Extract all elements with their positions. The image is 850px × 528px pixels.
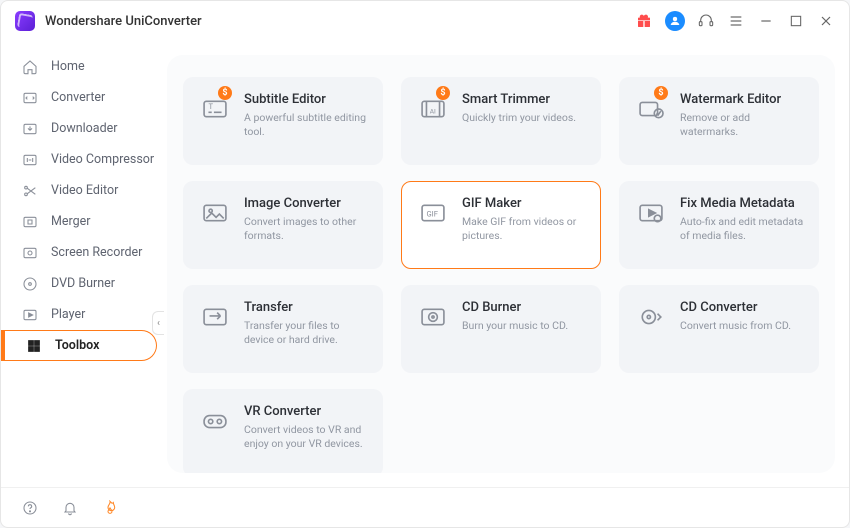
tool-desc: Convert videos to VR and enjoy on your V…	[244, 423, 368, 451]
record-icon	[21, 244, 39, 262]
tool-title: Fix Media Metadata	[680, 196, 804, 211]
transfer-icon	[198, 300, 232, 334]
support-headset-icon[interactable]	[697, 12, 715, 30]
premium-badge-icon: $	[654, 86, 668, 100]
vr-icon	[198, 404, 232, 438]
tool-desc: Make GIF from videos or pictures.	[462, 215, 586, 243]
close-icon[interactable]	[817, 12, 835, 30]
tool-title: Transfer	[244, 300, 368, 315]
help-icon[interactable]	[21, 499, 39, 517]
title-left: Wondershare UniConverter	[15, 11, 202, 31]
fixmeta-icon	[634, 196, 668, 230]
premium-badge-icon: $	[218, 86, 232, 100]
sidebar-item-label: Downloader	[51, 121, 118, 136]
tool-desc: Quickly trim your videos.	[462, 111, 576, 125]
download-icon	[21, 120, 39, 138]
maximize-icon[interactable]	[787, 12, 805, 30]
tool-desc: Transfer your files to device or hard dr…	[244, 319, 368, 347]
toolbox-panel: $ T Subtitle Editor A powerful subtitle edi…	[167, 55, 835, 473]
sidebar-item-label: DVD Burner	[51, 276, 115, 291]
gift-icon[interactable]	[635, 12, 653, 30]
gif-icon: GIF	[416, 196, 450, 230]
sidebar-nav: Home Converter Downloader Video Compressor V…	[1, 51, 163, 361]
sidebar-item-screen-recorder[interactable]: Screen Recorder	[1, 237, 157, 268]
tool-card-subtitle[interactable]: $ T Subtitle Editor A powerful subtitle edi…	[183, 77, 383, 165]
sidebar-item-home[interactable]: Home	[1, 51, 157, 82]
converter-icon	[21, 89, 39, 107]
titlebar: Wondershare UniConverter	[1, 1, 849, 41]
sidebar-item-downloader[interactable]: Downloader	[1, 113, 157, 144]
sidebar-item-label: Video Compressor	[51, 152, 154, 167]
svg-text:AI: AI	[430, 107, 436, 115]
sidebar-collapse-handle[interactable]: ‹	[152, 311, 164, 335]
tool-title: Watermark Editor	[680, 92, 804, 107]
app-logo-icon	[15, 11, 35, 31]
tool-title: VR Converter	[244, 404, 368, 419]
titlebar-controls	[635, 11, 835, 31]
svg-text:GIF: GIF	[426, 209, 437, 218]
sidebar-item-label: Toolbox	[55, 338, 99, 353]
tool-desc: Burn your music to CD.	[462, 319, 568, 333]
sidebar-item-dvd-burner[interactable]: DVD Burner	[1, 268, 157, 299]
tool-card-fixmeta[interactable]: Fix Media Metadata Auto-fix and edit meta…	[619, 181, 819, 269]
sidebar-item-video-editor[interactable]: Video Editor	[1, 175, 157, 206]
cdconv-icon	[634, 300, 668, 334]
tool-card-transfer[interactable]: Transfer Transfer your files to device or…	[183, 285, 383, 373]
minimize-icon[interactable]	[757, 12, 775, 30]
tool-desc: Auto-fix and edit metadata of media file…	[680, 215, 804, 243]
bottombar	[1, 487, 849, 527]
cdburn-icon	[416, 300, 450, 334]
tool-desc: Convert images to other formats.	[244, 215, 368, 243]
grid-icon	[25, 337, 43, 355]
account-avatar-icon[interactable]	[665, 11, 685, 31]
imgconv-icon	[198, 196, 232, 230]
hamburger-menu-icon[interactable]	[727, 12, 745, 30]
sidebar-item-toolbox[interactable]: Toolbox	[1, 330, 157, 361]
app-title: Wondershare UniConverter	[45, 14, 202, 29]
tool-title: CD Converter	[680, 300, 791, 315]
tool-grid: $ T Subtitle Editor A powerful subtitle edi…	[183, 77, 819, 473]
tool-title: Image Converter	[244, 196, 368, 211]
tool-card-cdconv[interactable]: CD Converter Convert music from CD.	[619, 285, 819, 373]
tool-desc: Remove or add watermarks.	[680, 111, 804, 139]
sidebar-item-label: Screen Recorder	[51, 245, 142, 260]
app-window: Wondershare UniConverter Home Converter Do…	[0, 0, 850, 528]
merge-icon	[21, 213, 39, 231]
fire-icon[interactable]	[101, 499, 119, 517]
compress-icon	[21, 151, 39, 169]
sidebar-item-merger[interactable]: Merger	[1, 206, 157, 237]
sidebar-item-label: Converter	[51, 90, 105, 105]
play-icon	[21, 306, 39, 324]
premium-badge-icon: $	[436, 86, 450, 100]
tool-desc: A powerful subtitle editing tool.	[244, 111, 368, 139]
scissors-icon	[21, 182, 39, 200]
sidebar: Home Converter Downloader Video Compressor V…	[1, 41, 163, 487]
main: $ T Subtitle Editor A powerful subtitle edi…	[163, 41, 849, 487]
body: Home Converter Downloader Video Compressor V…	[1, 41, 849, 487]
bell-icon[interactable]	[61, 499, 79, 517]
sidebar-item-label: Merger	[51, 214, 91, 229]
tool-desc: Convert music from CD.	[680, 319, 791, 333]
tool-card-smarttrim[interactable]: $AI Smart Trimmer Quickly trim your videos…	[401, 77, 601, 165]
tool-title: GIF Maker	[462, 196, 586, 211]
sidebar-item-converter[interactable]: Converter	[1, 82, 157, 113]
sidebar-item-player[interactable]: Player	[1, 299, 157, 330]
svg-text:T: T	[208, 102, 213, 111]
tool-card-imgconv[interactable]: Image Converter Convert images to other f…	[183, 181, 383, 269]
tool-card-cdburn[interactable]: CD Burner Burn your music to CD.	[401, 285, 601, 373]
tool-card-watermark[interactable]: $ Watermark Editor Remove or add watermark…	[619, 77, 819, 165]
sidebar-item-label: Player	[51, 307, 85, 322]
tool-title: Subtitle Editor	[244, 92, 368, 107]
sidebar-item-video-compressor[interactable]: Video Compressor	[1, 144, 157, 175]
tool-card-vr[interactable]: VR Converter Convert videos to VR and enj…	[183, 389, 383, 473]
tool-title: Smart Trimmer	[462, 92, 576, 107]
tool-card-gif[interactable]: GIF GIF Maker Make GIF from videos or pict…	[401, 181, 601, 269]
sidebar-item-label: Home	[51, 59, 85, 74]
disc-icon	[21, 275, 39, 293]
home-icon	[21, 58, 39, 76]
tool-title: CD Burner	[462, 300, 568, 315]
sidebar-item-label: Video Editor	[51, 183, 118, 198]
